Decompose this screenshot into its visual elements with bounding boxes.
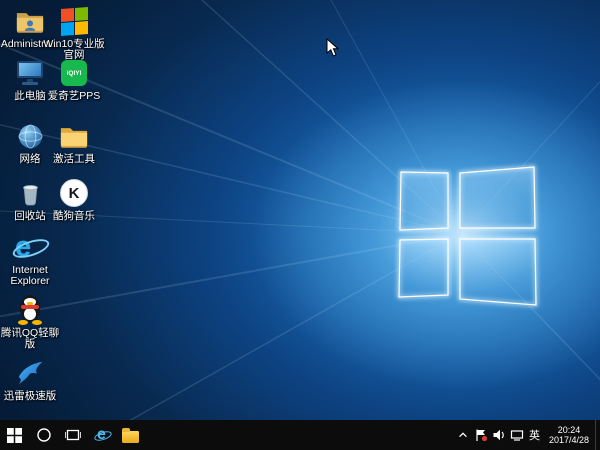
iqiyi-icon: iQIYI — [59, 58, 89, 88]
desktop-icon-activation-tools[interactable]: 激活工具 — [42, 121, 106, 165]
desktop-icon-iqiyi[interactable]: iQIYI 爱奇艺PPS — [42, 58, 106, 102]
task-view-icon — [65, 427, 81, 443]
windows-logo-icon — [7, 428, 22, 443]
tray-security-flag-button[interactable] — [472, 420, 489, 450]
tray-date: 2017/4/28 — [549, 435, 589, 446]
desktop-icon-label: 网络 — [20, 154, 41, 165]
tray-network-button[interactable] — [508, 420, 525, 450]
search-button[interactable] — [29, 420, 58, 450]
desktop-icon-kugou[interactable]: K 酷狗音乐 — [42, 178, 106, 222]
task-view-button[interactable] — [58, 420, 87, 450]
thunder-bird-icon — [15, 358, 45, 388]
taskbar-internet-explorer-button[interactable]: e — [87, 420, 116, 450]
windows-colored-flag-icon — [59, 6, 89, 36]
file-explorer-folder-icon — [122, 431, 139, 443]
flag-icon — [474, 428, 488, 442]
hidden-icons-button[interactable] — [454, 420, 471, 450]
show-desktop-button[interactable] — [595, 420, 600, 450]
system-tray: 英 20:24 2017/4/28 — [454, 420, 600, 450]
desktop-icon-qq[interactable]: 腾讯QQ轻聊版 — [0, 295, 60, 350]
computer-monitor-icon — [15, 58, 45, 88]
search-circle-icon — [36, 427, 52, 443]
chevron-up-icon — [457, 429, 469, 441]
internet-explorer-icon: e — [15, 232, 45, 262]
taskbar-file-explorer-button[interactable] — [116, 420, 145, 450]
desktop-icon-win10-website[interactable]: Win10专业版官网 — [42, 6, 106, 61]
recycle-bin-icon — [15, 178, 45, 208]
speaker-icon — [492, 428, 506, 442]
internet-explorer-icon: e — [97, 427, 106, 443]
folder-icon — [59, 121, 89, 151]
taskbar: e 英 — [0, 420, 600, 450]
desktop[interactable]: Administra... Win10专业版官网 此电脑 iQIYI 爱奇艺PP… — [0, 0, 600, 420]
desktop-icon-internet-explorer[interactable]: e Internet Explorer — [0, 232, 60, 287]
tray-volume-button[interactable] — [490, 420, 507, 450]
user-folder-icon — [15, 6, 45, 36]
desktop-icon-label: 迅雷极速版 — [4, 391, 57, 402]
desktop-icon-label: 激活工具 — [53, 154, 95, 165]
desktop-icon-label: 酷狗音乐 — [53, 211, 95, 222]
network-globe-icon — [15, 121, 45, 151]
taskbar-clock[interactable]: 20:24 2017/4/28 — [544, 425, 594, 446]
network-display-icon — [510, 428, 524, 442]
desktop-icon-thunder[interactable]: 迅雷极速版 — [0, 358, 60, 402]
start-button[interactable] — [0, 420, 29, 450]
language-indicator[interactable]: 英 — [526, 420, 543, 450]
kugou-icon: K — [59, 178, 89, 208]
desktop-icon-label: Internet Explorer — [0, 265, 60, 287]
tray-time: 20:24 — [558, 425, 581, 436]
desktop-icon-label: 爱奇艺PPS — [48, 91, 101, 102]
qq-penguin-icon — [15, 295, 45, 325]
desktop-icon-label: 腾讯QQ轻聊版 — [0, 328, 60, 350]
